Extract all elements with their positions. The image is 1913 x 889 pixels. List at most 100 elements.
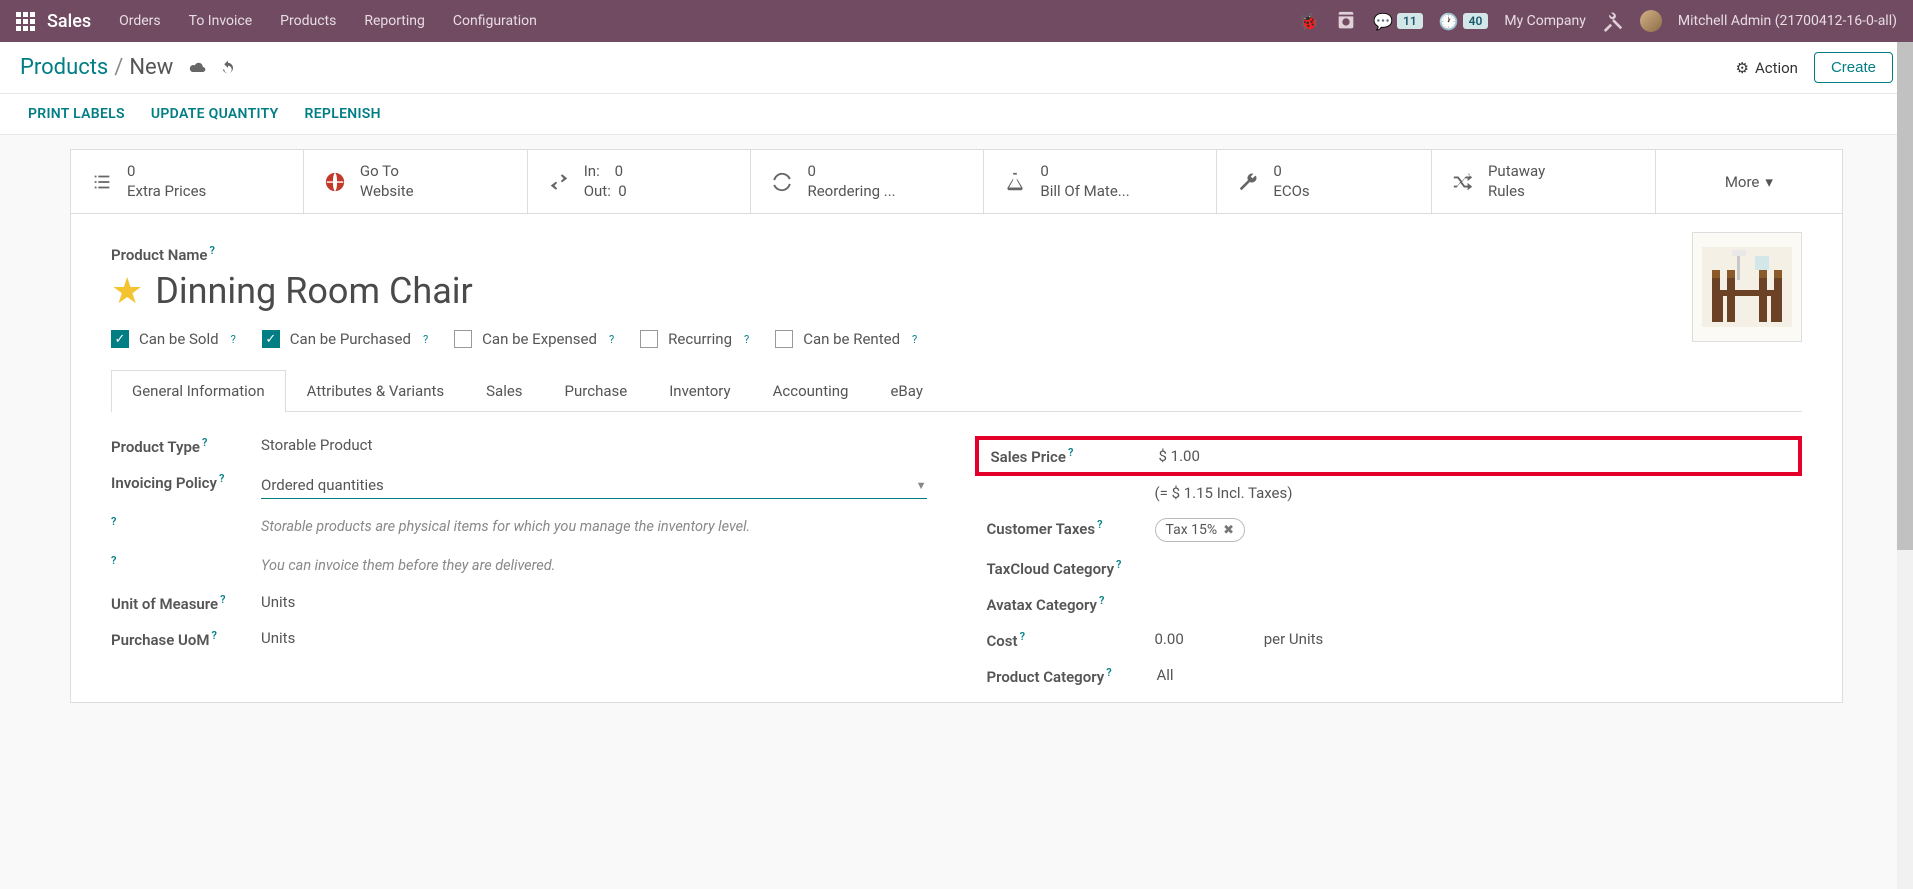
sales-price-value[interactable]: $ 1.00: [1129, 447, 1787, 465]
tools-icon[interactable]: [1602, 10, 1624, 32]
product-image[interactable]: [1692, 232, 1802, 342]
stat-putaway[interactable]: PutawayRules: [1432, 150, 1656, 213]
purchase-uom-value[interactable]: Units: [261, 629, 927, 647]
company-selector[interactable]: My Company: [1504, 13, 1586, 29]
more-button[interactable]: More▾: [1656, 150, 1842, 213]
stat-extra-prices[interactable]: 0Extra Prices: [71, 150, 304, 213]
action-dropdown[interactable]: Action: [1735, 59, 1797, 77]
tab-general-information[interactable]: General Information: [111, 370, 286, 412]
nav-configuration[interactable]: Configuration: [453, 13, 537, 29]
tab-attributes-variants[interactable]: Attributes & Variants: [286, 370, 465, 411]
cost-label: Cost?: [987, 630, 1137, 650]
tab-inventory[interactable]: Inventory: [648, 370, 751, 411]
breadcrumb-products[interactable]: Products: [20, 55, 108, 80]
tabs: General Information Attributes & Variant…: [111, 370, 1802, 412]
right-column: Sales Price? $ 1.00 (= $ 1.15 Incl. Taxe…: [987, 436, 1803, 702]
replenish-link[interactable]: REPLENISH: [305, 106, 381, 122]
caret-down-icon: ▼: [916, 479, 927, 492]
help-icon[interactable]: ?: [220, 593, 225, 606]
nav-products[interactable]: Products: [280, 13, 336, 29]
cloud-save-icon[interactable]: [187, 59, 207, 77]
taxcloud-label: TaxCloud Category?: [987, 558, 1157, 578]
stat-ecos[interactable]: 0ECOs: [1217, 150, 1432, 213]
sales-price-label: Sales Price?: [991, 446, 1129, 466]
help-icon[interactable]: ?: [211, 629, 216, 642]
help-icon[interactable]: ?: [1097, 518, 1102, 531]
help-icon[interactable]: ?: [111, 515, 116, 528]
product-type-value[interactable]: Storable Product: [261, 436, 927, 454]
invoicing-policy-label: Invoicing Policy?: [111, 472, 261, 492]
help-icon[interactable]: ?: [209, 244, 214, 257]
help-icon[interactable]: ?: [1020, 630, 1025, 643]
stat-row: 0Extra Prices Go ToWebsite In: 0Out: 0 0…: [71, 150, 1842, 214]
create-button[interactable]: Create: [1814, 52, 1893, 83]
help-icon[interactable]: ?: [912, 333, 917, 346]
messages-icon[interactable]: 💬11: [1373, 12, 1423, 31]
uom-value[interactable]: Units: [261, 593, 927, 611]
nav-to-invoice[interactable]: To Invoice: [189, 13, 253, 29]
flask-icon: [1004, 171, 1026, 193]
help-icon[interactable]: ?: [219, 472, 224, 485]
cost-value[interactable]: 0.00: [1155, 630, 1184, 648]
recurring-checkbox[interactable]: [640, 330, 658, 348]
favorite-star-icon[interactable]: ★: [111, 270, 143, 312]
discard-icon[interactable]: [219, 59, 237, 77]
remove-tag-icon[interactable]: ✖: [1223, 523, 1234, 538]
help-icon[interactable]: ?: [231, 333, 236, 346]
can-be-rented-checkbox[interactable]: [775, 330, 793, 348]
debug-icon[interactable]: 🐞: [1299, 12, 1319, 31]
help-icon[interactable]: ?: [423, 333, 428, 346]
globe-icon: [324, 171, 346, 193]
stat-reordering[interactable]: 0Reordering ...: [751, 150, 984, 213]
scrollbar[interactable]: [1897, 42, 1913, 889]
stat-website[interactable]: Go ToWebsite: [304, 150, 528, 213]
tab-accounting[interactable]: Accounting: [752, 370, 870, 411]
top-navbar: Sales Orders To Invoice Products Reporti…: [0, 0, 1913, 42]
avatax-label: Avatax Category?: [987, 594, 1137, 614]
avatar[interactable]: [1640, 10, 1662, 32]
tax-tag[interactable]: Tax 15%✖: [1155, 518, 1246, 542]
app-brand[interactable]: Sales: [47, 11, 91, 32]
product-type-label: Product Type?: [111, 436, 261, 456]
incl-tax-value: (= $ 1.15 Incl. Taxes): [1137, 484, 1803, 502]
phone-icon[interactable]: [1335, 10, 1357, 32]
product-category-label: Product Category?: [987, 666, 1157, 686]
can-be-purchased-checkbox[interactable]: ✓: [262, 330, 280, 348]
left-column: Product Type? Storable Product Invoicing…: [111, 436, 927, 702]
tab-sales[interactable]: Sales: [465, 370, 543, 411]
tab-ebay[interactable]: eBay: [869, 370, 943, 411]
stat-bom[interactable]: 0Bill Of Mate...: [984, 150, 1217, 213]
breadcrumb-sep: /: [114, 55, 123, 80]
help-icon[interactable]: ?: [1116, 558, 1121, 571]
help-icon[interactable]: ?: [744, 333, 749, 346]
apps-icon[interactable]: [16, 12, 35, 31]
help-icon[interactable]: ?: [111, 554, 116, 567]
breadcrumb-current: New: [129, 55, 173, 80]
help-icon[interactable]: ?: [1106, 666, 1111, 679]
hint-storable: Storable products are physical items for…: [261, 515, 927, 538]
message-count-badge: 11: [1397, 13, 1423, 29]
product-category-value[interactable]: All: [1157, 666, 1803, 684]
purchase-uom-label: Purchase UoM?: [111, 629, 261, 649]
nav-orders[interactable]: Orders: [119, 13, 161, 29]
print-labels-link[interactable]: PRINT LABELS: [28, 106, 125, 122]
list-icon: [91, 171, 113, 193]
product-name-input[interactable]: Dinning Room Chair: [155, 270, 472, 312]
update-quantity-link[interactable]: UPDATE QUANTITY: [151, 106, 279, 122]
help-icon[interactable]: ?: [609, 333, 614, 346]
stat-in-out[interactable]: In: 0Out: 0: [528, 150, 752, 213]
customer-taxes-label: Customer Taxes?: [987, 518, 1137, 538]
activities-icon[interactable]: 🕐40: [1439, 12, 1489, 31]
wrench-icon: [1237, 171, 1259, 193]
invoicing-policy-select[interactable]: Ordered quantities▼: [261, 472, 927, 499]
user-name[interactable]: Mitchell Admin (21700412-16-0-all): [1678, 13, 1897, 29]
cost-unit: per Units: [1264, 630, 1324, 648]
help-icon[interactable]: ?: [1068, 446, 1073, 459]
can-be-sold-checkbox[interactable]: ✓: [111, 330, 129, 348]
sales-price-highlight: Sales Price? $ 1.00: [975, 436, 1803, 476]
help-icon[interactable]: ?: [202, 436, 207, 449]
nav-reporting[interactable]: Reporting: [364, 13, 425, 29]
can-be-expensed-checkbox[interactable]: [454, 330, 472, 348]
tab-purchase[interactable]: Purchase: [544, 370, 649, 411]
help-icon[interactable]: ?: [1099, 594, 1104, 607]
